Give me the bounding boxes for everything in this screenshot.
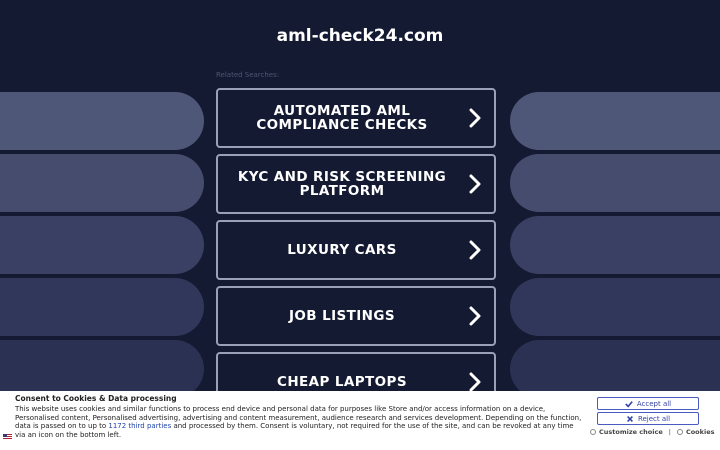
consent-title: Consent to Cookies & Data processing [15,394,177,403]
chevron-right-icon [469,108,481,128]
right-shape [510,278,720,336]
chevron-right-icon [469,306,481,326]
left-decoration [0,0,210,450]
close-icon [626,415,633,422]
left-shape [0,92,204,150]
related-link-label: KYC AND RISK SCREENING PLATFORM [237,169,447,199]
cookie-icon [676,429,683,435]
left-shape [0,154,204,212]
reject-all-label: Reject all [637,414,671,423]
related-searches-label: Related Searches: [216,71,280,79]
cookies-link[interactable]: Cookies [686,428,715,436]
gear-icon [590,429,596,435]
chevron-right-icon [469,240,481,260]
related-link-label: JOB LISTINGS [289,308,395,324]
related-link-label: LUXURY CARS [287,242,397,258]
related-link-kyc-risk[interactable]: KYC AND RISK SCREENING PLATFORM [216,154,496,214]
right-decoration [510,0,720,450]
right-shape [510,340,720,398]
third-parties-link[interactable]: 1172 third parties [108,422,171,430]
domain-title: aml-check24.com [276,26,444,46]
related-link-luxury-cars[interactable]: LUXURY CARS [216,220,496,280]
right-shape [510,154,720,212]
related-link-automated-aml[interactable]: AUTOMATED AML COMPLIANCE CHECKS [216,88,496,148]
related-link-label: AUTOMATED AML COMPLIANCE CHECKS [256,103,428,133]
accept-all-button[interactable]: Accept all [597,397,699,410]
left-shape [0,340,204,398]
left-shape [0,278,204,336]
accept-all-label: Accept all [636,399,672,408]
left-shape [0,216,204,274]
right-shape [510,216,720,274]
right-shape [510,92,720,150]
reject-all-button[interactable]: Reject all [597,412,699,425]
customize-choice-link[interactable]: Customize choice [599,428,663,436]
consent-text: This website uses cookies and similar fu… [15,405,585,439]
chevron-right-icon [469,372,481,392]
flag-icon[interactable] [3,434,12,440]
consent-secondary-links: Customize choice | Cookies [590,428,714,436]
link-separator: | [668,428,671,436]
check-icon [625,400,633,408]
chevron-right-icon [469,174,481,194]
related-link-job-listings[interactable]: JOB LISTINGS [216,286,496,346]
